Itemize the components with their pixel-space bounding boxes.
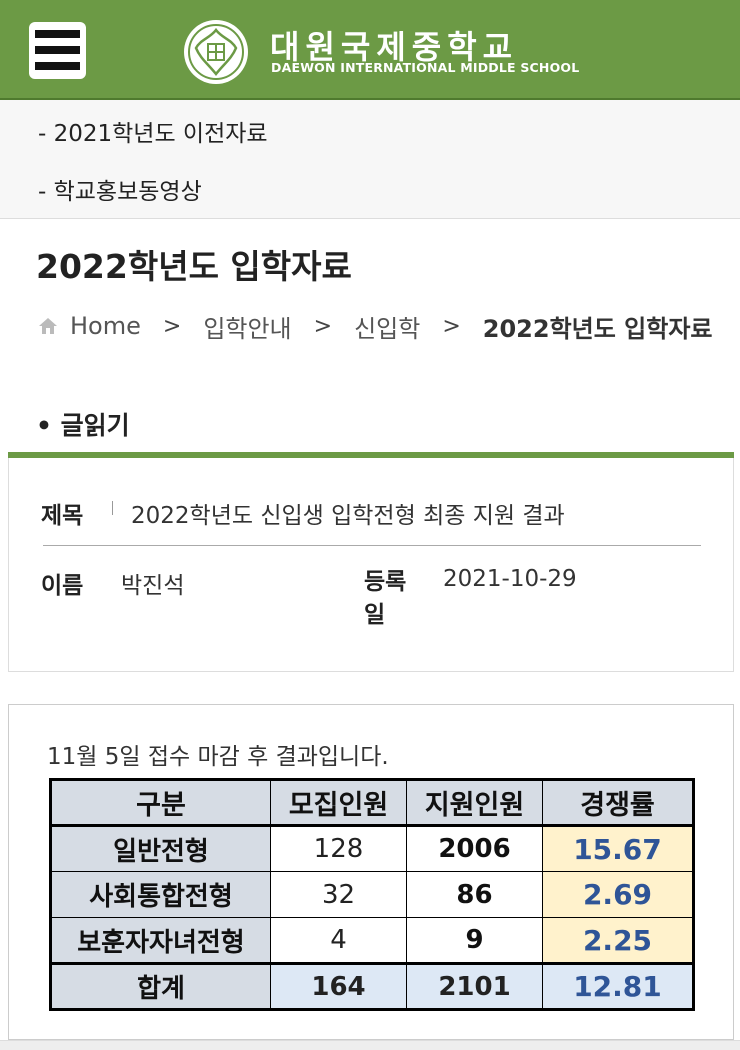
- home-icon: [39, 318, 57, 334]
- table-header-row: 구분 모집인원 지원인원 경쟁률: [50, 779, 694, 827]
- row-category: 일반전형: [50, 825, 271, 872]
- post-title-label: 제목: [41, 503, 84, 529]
- breadcrumb-current: 2022학년도 입학자료: [482, 314, 713, 343]
- breadcrumb-new-admission[interactable]: 신입학: [354, 309, 420, 344]
- total-quota: 164: [270, 962, 407, 1010]
- post-author-label: 이름: [41, 573, 84, 599]
- row-applicants: 9: [406, 917, 543, 964]
- table-row: 사회통합전형 32 86 2.69: [50, 871, 694, 918]
- school-emblem-icon[interactable]: [182, 18, 250, 86]
- post-content: 11월 5일 접수 마감 후 결과입니다. 구분 모집인원 지원인원 경쟁률 일…: [8, 704, 734, 1040]
- row-rate: 15.67: [542, 825, 694, 872]
- row-applicants: 86: [406, 871, 543, 918]
- row-category: 보훈자자녀전형: [50, 917, 271, 964]
- breadcrumb: Home > 입학안내 > 신입학 > 2022학년도 입학자료: [38, 308, 712, 344]
- submenu: - 2021학년도 이전자료 - 학교홍보동영상: [0, 100, 740, 219]
- row-quota: 128: [270, 825, 407, 872]
- breadcrumb-separator: >: [313, 313, 333, 339]
- table-header-rate: 경쟁률: [542, 779, 694, 827]
- post-title: 2022학년도 신입생 입학전형 최종 지원 결과: [131, 503, 565, 529]
- table-row: 일반전형 128 2006 15.67: [50, 825, 694, 872]
- info-divider: [43, 545, 701, 546]
- table-header-applicants: 지원인원: [406, 779, 543, 827]
- table-header-category: 구분: [50, 779, 271, 827]
- row-applicants: 2006: [406, 825, 543, 872]
- label-separator: [112, 501, 113, 515]
- breadcrumb-separator: >: [162, 313, 182, 339]
- post-notice-text: 11월 5일 접수 마감 후 결과입니다.: [47, 744, 389, 770]
- page-title: 2022학년도 입학자료: [36, 247, 352, 286]
- row-rate: 2.25: [542, 917, 694, 964]
- submenu-item-promo-video[interactable]: - 학교홍보동영상: [38, 172, 202, 206]
- admission-result-table: 구분 모집인원 지원인원 경쟁률 일반전형 128 2006 15.67 사회통…: [49, 778, 695, 1011]
- row-quota: 32: [270, 871, 407, 918]
- breadcrumb-admission-info[interactable]: 입학안내: [203, 309, 291, 344]
- submenu-item-previous-data[interactable]: - 2021학년도 이전자료: [38, 114, 268, 148]
- table-total-row: 합계 164 2101 12.81: [50, 962, 694, 1010]
- total-applicants: 2101: [406, 962, 543, 1010]
- total-category: 합계: [50, 962, 271, 1010]
- row-quota: 4: [270, 917, 407, 964]
- table-row: 보훈자자녀전형 4 9 2.25: [50, 917, 694, 964]
- breadcrumb-home[interactable]: Home: [70, 312, 141, 340]
- site-header: 대원국제중학교 DAEWON INTERNATIONAL MIDDLE SCHO…: [0, 0, 740, 100]
- bottom-strip: [0, 1040, 740, 1050]
- breadcrumb-separator: >: [442, 313, 461, 339]
- hamburger-menu-button[interactable]: [29, 22, 86, 79]
- post-author: 박진석: [121, 573, 185, 599]
- post-info-box: 제목 2022학년도 신입생 입학전형 최종 지원 결과 이름 박진석 등록일 …: [8, 458, 734, 672]
- post-date: 2021-10-29: [443, 566, 577, 592]
- school-name-english[interactable]: DAEWON INTERNATIONAL MIDDLE SCHOOL: [271, 60, 579, 75]
- total-rate: 12.81: [542, 962, 694, 1010]
- table-header-quota: 모집인원: [270, 779, 407, 827]
- row-rate: 2.69: [542, 871, 694, 918]
- section-label-read-post: • 글읽기: [36, 411, 130, 440]
- row-category: 사회통합전형: [50, 871, 271, 918]
- post-date-label: 등록일: [364, 569, 407, 628]
